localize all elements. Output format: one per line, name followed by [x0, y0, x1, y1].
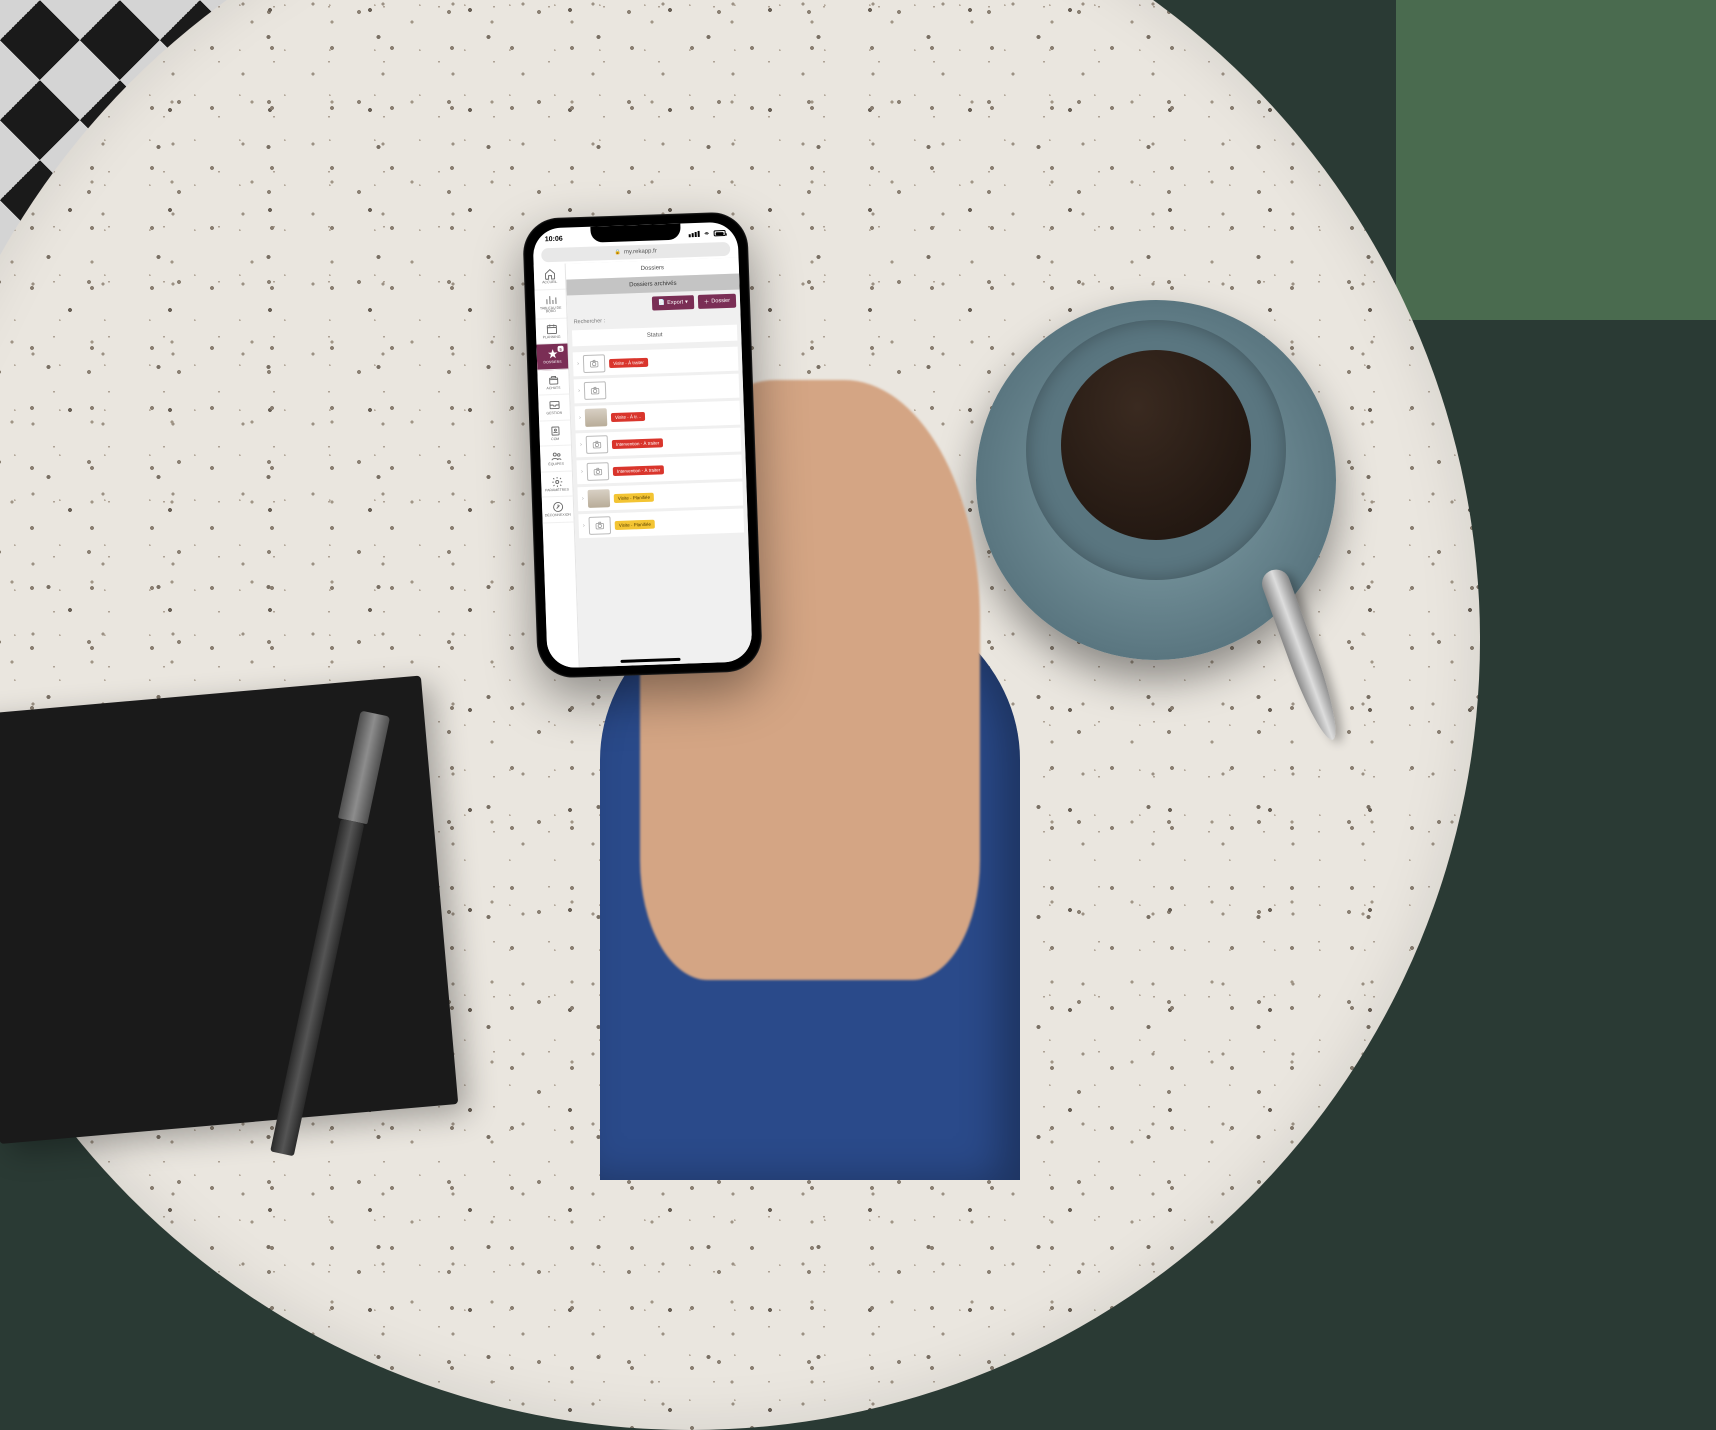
- export-button[interactable]: 📄 Export ▾: [652, 295, 694, 310]
- lock-icon: 🔒: [615, 250, 621, 256]
- thumbnail: [585, 408, 608, 427]
- dossier-row[interactable]: › Visite - Planifiée: [577, 482, 743, 512]
- status-time: 10:06: [545, 235, 563, 243]
- users-icon: [550, 450, 562, 462]
- status-badge: Visite - Planifiée: [614, 492, 654, 502]
- sidebar-item-com[interactable]: COM: [539, 420, 571, 447]
- sidebar-item-accueil[interactable]: ACCUEIL: [534, 264, 566, 291]
- star-icon: [546, 348, 558, 360]
- dossier-row[interactable]: › Visite - À tr…: [575, 401, 741, 431]
- signal-icon: [689, 231, 700, 237]
- green-surface: [1396, 0, 1716, 320]
- cart-icon: [547, 373, 559, 385]
- thumbnail: [588, 516, 611, 535]
- dossier-row[interactable]: ›: [574, 374, 740, 404]
- chevron-right-icon: ›: [579, 415, 581, 421]
- sidebar-item-dossiers[interactable]: 5 DOSSIERS: [536, 344, 568, 371]
- file-icon: 📄: [658, 300, 665, 306]
- sidebar-item-gestion[interactable]: GESTION: [538, 395, 570, 422]
- status-badge: Visite - Planifiée: [615, 519, 655, 529]
- gear-icon: [551, 475, 563, 487]
- add-dossier-button[interactable]: ＋ Dossier: [698, 294, 737, 309]
- sidebar-item-tableau[interactable]: TABLEAU DE BORD: [535, 289, 567, 319]
- plus-icon: ＋: [704, 298, 710, 306]
- main-content: Dossiers Dossiers archivés 📄 Export ▾ ＋ …: [566, 258, 753, 669]
- chart-icon: [544, 293, 556, 305]
- logout-icon: [551, 501, 563, 513]
- dossier-row[interactable]: › Visite - Planifiée: [578, 509, 744, 539]
- chevron-right-icon: ›: [582, 496, 584, 502]
- status-badge: Intervention - À traiter: [613, 465, 665, 476]
- dossier-row[interactable]: › Visite - À traiter: [573, 347, 739, 377]
- sidebar-badge: 5: [557, 346, 563, 352]
- battery-icon: [714, 230, 726, 236]
- home-icon: [543, 268, 555, 280]
- chevron-right-icon: ›: [577, 361, 579, 367]
- caret-down-icon: ▾: [685, 299, 688, 305]
- phone-screen: 10:06 🔒 my.rekapp.fr ACCUEIL TABLEAU DE …: [532, 222, 752, 669]
- dossier-row[interactable]: › Intervention - À traiter: [576, 428, 742, 458]
- photo-background: [0, 0, 1716, 1144]
- url-text: my.rekapp.fr: [624, 248, 657, 255]
- badge-icon: [549, 424, 561, 436]
- thumbnail: [588, 489, 611, 508]
- thumbnail: [587, 462, 610, 481]
- dossier-list: › Visite - À traiter› › Visite - À tr…› …: [569, 343, 753, 668]
- inbox-icon: [548, 399, 560, 411]
- sidebar-item-achats[interactable]: ACHATS: [537, 369, 569, 396]
- column-header-statut[interactable]: Statut: [572, 325, 737, 347]
- phone-frame: 10:06 🔒 my.rekapp.fr ACCUEIL TABLEAU DE …: [522, 211, 763, 679]
- chevron-right-icon: ›: [583, 523, 585, 529]
- chevron-right-icon: ›: [581, 469, 583, 475]
- thumbnail: [586, 435, 609, 454]
- thumbnail: [584, 381, 607, 400]
- dossier-row[interactable]: › Intervention - À traiter: [576, 455, 742, 485]
- notebook: [0, 676, 458, 1144]
- thumbnail: [583, 354, 606, 373]
- chevron-right-icon: ›: [580, 442, 582, 448]
- phone-notch: [590, 224, 681, 243]
- sidebar-item-planning[interactable]: PLANNING: [536, 318, 568, 345]
- status-badge: Intervention - À traiter: [612, 438, 664, 449]
- sidebar-item-deconnexion[interactable]: DÉCONNEXION: [542, 496, 574, 523]
- status-badge: Visite - À traiter: [609, 357, 648, 367]
- sidebar-item-equipes[interactable]: ÉQUIPES: [540, 445, 572, 472]
- calendar-icon: [545, 322, 557, 334]
- wifi-icon: [703, 230, 711, 236]
- chevron-right-icon: ›: [578, 388, 580, 394]
- sidebar-item-parametres[interactable]: PARAMÈTRES: [541, 471, 573, 498]
- status-badge: Visite - À tr…: [611, 411, 646, 421]
